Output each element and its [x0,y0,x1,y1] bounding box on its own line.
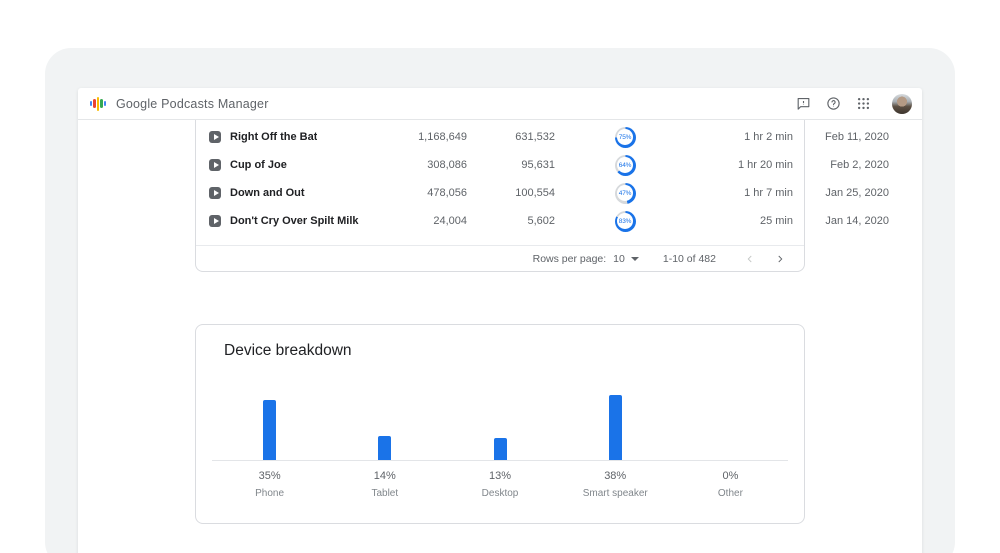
bar [609,395,622,460]
bar-value-label: 0% [673,470,788,482]
device-breakdown-title: Device breakdown [224,342,352,360]
home-link[interactable]: Google Podcasts Manager [90,96,269,111]
episode-row[interactable]: Right Off the Bat 1,168,649 631,532 75% … [196,123,804,151]
completion-label: 64% [619,162,631,169]
episode-title: Don't Cry Over Spilt Milk [230,215,359,227]
bar [494,438,507,460]
rows-per-page-value[interactable]: 10 [613,253,625,265]
episode-date: Jan 25, 2020 [793,187,889,199]
bar-value-label: 35% [212,470,327,482]
main-content: Right Off the Bat 1,168,649 631,532 75% … [78,120,922,553]
bar-chart-slots [212,361,788,461]
episode-date: Feb 11, 2020 [793,131,889,143]
bar-category-label: Phone [212,488,327,499]
completion-label: 83% [619,218,631,225]
bar [263,400,276,460]
bar-value-label: 13% [442,470,557,482]
previous-page-icon[interactable] [742,251,758,267]
play-episode-icon[interactable] [209,187,221,199]
bar-category-label: Other [673,488,788,499]
rows-per-page-label: Rows per page: [533,253,607,265]
bar [378,436,391,460]
episode-plays: 24,004 [397,215,467,227]
episode-date: Feb 2, 2020 [793,159,889,171]
page: Google Podcasts Manager [0,0,1000,553]
completion-ring: 47% [615,183,636,204]
apps-grid-icon[interactable] [854,95,872,113]
episode-row[interactable]: Down and Out 478,056 100,554 47% 1 hr 7 … [196,179,804,207]
bar-label-slot: 13% Desktop [442,461,557,499]
episode-row[interactable]: Don't Cry Over Spilt Milk 24,004 5,602 8… [196,207,804,235]
episode-listeners: 95,631 [467,159,555,171]
episode-plays: 478,056 [397,187,467,199]
app-header: Google Podcasts Manager [78,88,922,120]
episode-duration: 1 hr 20 min [695,159,793,171]
completion-ring: 75% [615,127,636,148]
episode-date: Jan 14, 2020 [793,215,889,227]
play-episode-icon[interactable] [209,215,221,227]
app-window: Google Podcasts Manager [78,88,922,553]
next-page-icon[interactable] [772,251,788,267]
device-breakdown-chart: 35% Phone 14% Tablet 13% Desktop 38% Sma… [212,361,788,499]
completion-label: 47% [619,190,631,197]
help-icon[interactable] [824,95,842,113]
bar-value-label: 38% [558,470,673,482]
rows-per-page-dropdown-icon[interactable] [631,257,639,261]
completion-ring: 83% [615,211,636,232]
episode-listeners: 631,532 [467,131,555,143]
episode-plays: 308,086 [397,159,467,171]
episodes-card: Right Off the Bat 1,168,649 631,532 75% … [195,120,805,272]
pagination-range-label: 1-10 of 482 [663,253,716,265]
episode-row[interactable]: Cup of Joe 308,086 95,631 64% 1 hr 20 mi… [196,151,804,179]
completion-ring: 64% [615,155,636,176]
device-breakdown-card: Device breakdown 35% Phone 14% Tablet 13… [195,324,805,524]
bar-label-slot: 35% Phone [212,461,327,499]
bar-chart-labels: 35% Phone 14% Tablet 13% Desktop 38% Sma… [212,461,788,499]
google-podcasts-logo-icon [90,96,106,111]
bar-label-slot: 14% Tablet [327,461,442,499]
episode-title: Down and Out [230,187,305,199]
bar-category-label: Smart speaker [558,488,673,499]
episode-duration: 1 hr 7 min [695,187,793,199]
table-pagination: Rows per page: 10 1-10 of 482 [196,245,804,271]
bar-slot [558,395,673,460]
bar-slot [212,400,327,460]
episode-title: Cup of Joe [230,159,287,171]
episode-duration: 25 min [695,215,793,227]
user-avatar[interactable] [892,94,912,114]
bar-label-slot: 0% Other [673,461,788,499]
episode-listeners: 100,554 [467,187,555,199]
episode-title: Right Off the Bat [230,131,317,143]
bar-value-label: 14% [327,470,442,482]
completion-label: 75% [619,134,631,141]
episode-rows: Right Off the Bat 1,168,649 631,532 75% … [196,120,804,235]
bar-slot [442,438,557,460]
header-actions [794,94,912,114]
bar-label-slot: 38% Smart speaker [558,461,673,499]
episode-duration: 1 hr 2 min [695,131,793,143]
bar-category-label: Desktop [442,488,557,499]
feedback-icon[interactable] [794,95,812,113]
app-title: Google Podcasts Manager [116,97,269,111]
bar-category-label: Tablet [327,488,442,499]
play-episode-icon[interactable] [209,131,221,143]
episode-listeners: 5,602 [467,215,555,227]
play-episode-icon[interactable] [209,159,221,171]
episode-plays: 1,168,649 [397,131,467,143]
bar-slot [327,436,442,460]
